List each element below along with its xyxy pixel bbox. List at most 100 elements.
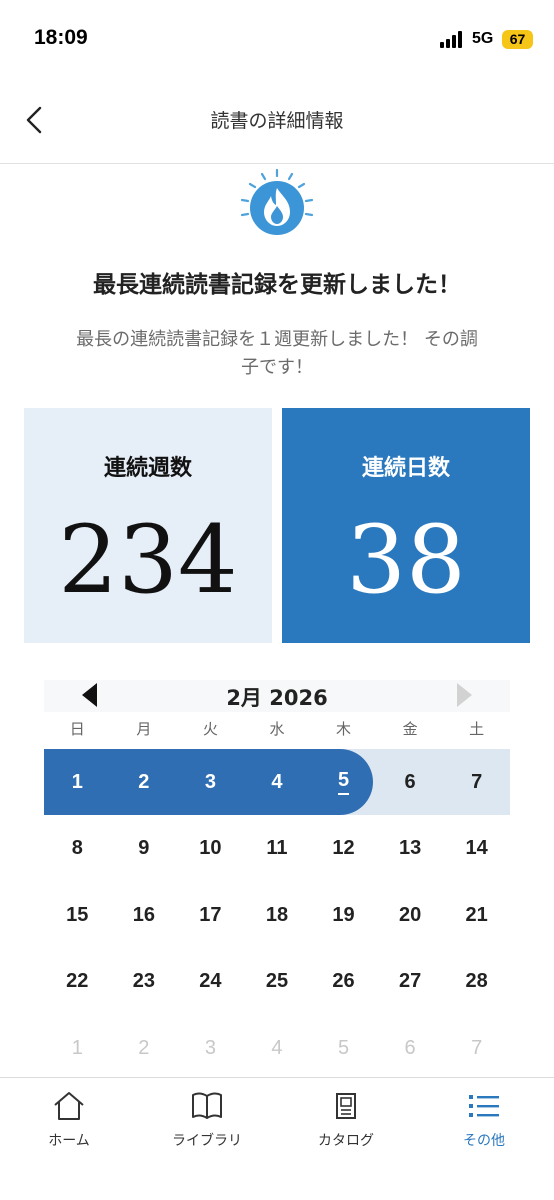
day-number: 18 [265, 903, 289, 926]
calendar-day[interactable]: 11 [244, 816, 311, 882]
day-number: 17 [199, 903, 222, 926]
day-number: 11 [266, 837, 288, 859]
subtext-line: 最長の連続読書記録を１週更新しました！ その調 [76, 329, 478, 350]
calendar-day[interactable]: 12 [310, 816, 377, 882]
weekday-row: 日 月 火 水 木 金 土 [44, 718, 510, 742]
day-number: 6 [404, 1036, 416, 1059]
day-number: 8 [71, 837, 83, 859]
calendar-day[interactable]: 2 [111, 749, 178, 815]
streak-weeks-card: 連続週数 234 [24, 408, 272, 643]
subtext-line: 子です！ [241, 357, 313, 378]
day-number: 19 [332, 903, 355, 926]
calendar-day[interactable]: 18 [244, 882, 311, 948]
calendar-day[interactable]: 14 [443, 816, 510, 882]
calendar-grid: 1 2 3 4 5 6 7 8 9 10 11 12 13 14 15 16 1… [44, 749, 510, 1082]
calendar-week: 1 2 3 4 5 6 7 [44, 749, 510, 816]
day-number: 27 [398, 970, 422, 992]
status-time: 18:09 [34, 26, 88, 49]
calendar-day[interactable]: 16 [111, 882, 178, 948]
day-number: 1 [71, 770, 83, 793]
day-number: 25 [265, 970, 289, 992]
calendar-day[interactable]: 24 [177, 949, 244, 1015]
day-number: 4 [271, 1036, 283, 1059]
calendar-day[interactable]: 10 [177, 816, 244, 882]
tab-catalog[interactable]: カタログ [277, 1090, 415, 1150]
calendar-day[interactable]: 26 [310, 949, 377, 1015]
calendar-day-today[interactable]: 5 [310, 749, 377, 815]
calendar-day[interactable]: 7 [443, 749, 510, 815]
calendar-day[interactable]: 8 [44, 816, 111, 882]
calendar-day[interactable]: 15 [44, 882, 111, 948]
day-number: 24 [199, 970, 222, 992]
calendar-day[interactable]: 28 [443, 949, 510, 1015]
calendar-day-next-month: 1 [44, 1015, 111, 1081]
book-icon [192, 1092, 222, 1119]
weekday-label: 月 [136, 720, 152, 738]
calendar-day[interactable]: 4 [244, 749, 311, 815]
calendar-day[interactable]: 9 [111, 816, 178, 882]
day-number: 21 [465, 903, 488, 926]
streak-weeks-value: 234 [58, 506, 238, 615]
day-number: 2 [138, 1036, 150, 1059]
weekday-label: 金 [402, 720, 418, 738]
tab-label: ライブラリ [172, 1133, 242, 1149]
day-number: 6 [404, 770, 416, 793]
streak-weeks-label: 連続週数 [103, 456, 192, 481]
calendar-day[interactable]: 6 [377, 749, 444, 815]
status-bar: 18:09 5G 67 [0, 0, 554, 80]
day-number: 15 [66, 903, 89, 926]
day-number: 4 [271, 770, 283, 793]
calendar-day[interactable]: 13 [377, 816, 444, 882]
day-number: 26 [332, 970, 355, 992]
day-number: 5 [337, 1036, 350, 1059]
day-number: 14 [465, 837, 488, 859]
day-number: 3 [204, 770, 216, 793]
calendar-day[interactable]: 27 [377, 949, 444, 1015]
list-icon [469, 1095, 499, 1117]
day-number: 7 [471, 1036, 483, 1059]
day-number: 1 [71, 1036, 83, 1059]
calendar-day[interactable]: 20 [377, 882, 444, 948]
calendar-day-next-month: 5 [310, 1015, 377, 1081]
tab-home[interactable]: ホーム [0, 1090, 138, 1150]
calendar-header: 2月 2026 [44, 680, 510, 712]
calendar-day[interactable]: 19 [310, 882, 377, 948]
home-icon [54, 1092, 84, 1120]
day-number: 20 [398, 903, 422, 926]
tab-library[interactable]: ライブラリ [138, 1090, 276, 1150]
day-number: 10 [199, 837, 222, 859]
signal-icon [440, 31, 466, 48]
day-number: 12 [332, 837, 355, 859]
day-number: 23 [132, 970, 155, 992]
calendar-day[interactable]: 22 [44, 949, 111, 1015]
calendar-day[interactable]: 23 [111, 949, 178, 1015]
tab-more[interactable]: その他 [415, 1090, 553, 1150]
next-month-button[interactable] [457, 683, 472, 707]
page-title: 読書の詳細情報 [210, 110, 344, 132]
calendar-day[interactable]: 17 [177, 882, 244, 948]
calendar-day[interactable]: 25 [244, 949, 311, 1015]
calendar-day-next-month: 2 [111, 1015, 178, 1081]
calendar-day-next-month: 7 [443, 1015, 510, 1081]
tab-label: その他 [463, 1133, 505, 1149]
calendar-week: 8 9 10 11 12 13 14 [44, 816, 510, 883]
streak-days-label: 連続日数 [361, 456, 450, 481]
calendar-day[interactable]: 3 [177, 749, 244, 815]
weekday-label: 火 [202, 720, 218, 738]
day-number: 3 [204, 1036, 216, 1059]
calendar-month: 2月 2026 [226, 686, 328, 710]
day-number: 28 [465, 970, 488, 992]
calendar-day[interactable]: 21 [443, 882, 510, 948]
day-number: 16 [132, 903, 155, 926]
calendar-week: 1 2 3 4 5 6 7 [44, 1015, 510, 1082]
battery-icon: 67 [502, 30, 533, 49]
day-number: 2 [138, 770, 150, 793]
weekday-label: 水 [269, 720, 285, 738]
weekday-label: 土 [469, 720, 485, 738]
streak-days-card: 連続日数 38 [282, 408, 530, 643]
calendar-day-next-month: 6 [377, 1015, 444, 1081]
calendar-week: 22 23 24 25 26 27 28 [44, 949, 510, 1016]
calendar-day[interactable]: 1 [44, 749, 111, 815]
streak-days-value: 38 [346, 506, 466, 615]
day-number: 13 [398, 837, 422, 859]
